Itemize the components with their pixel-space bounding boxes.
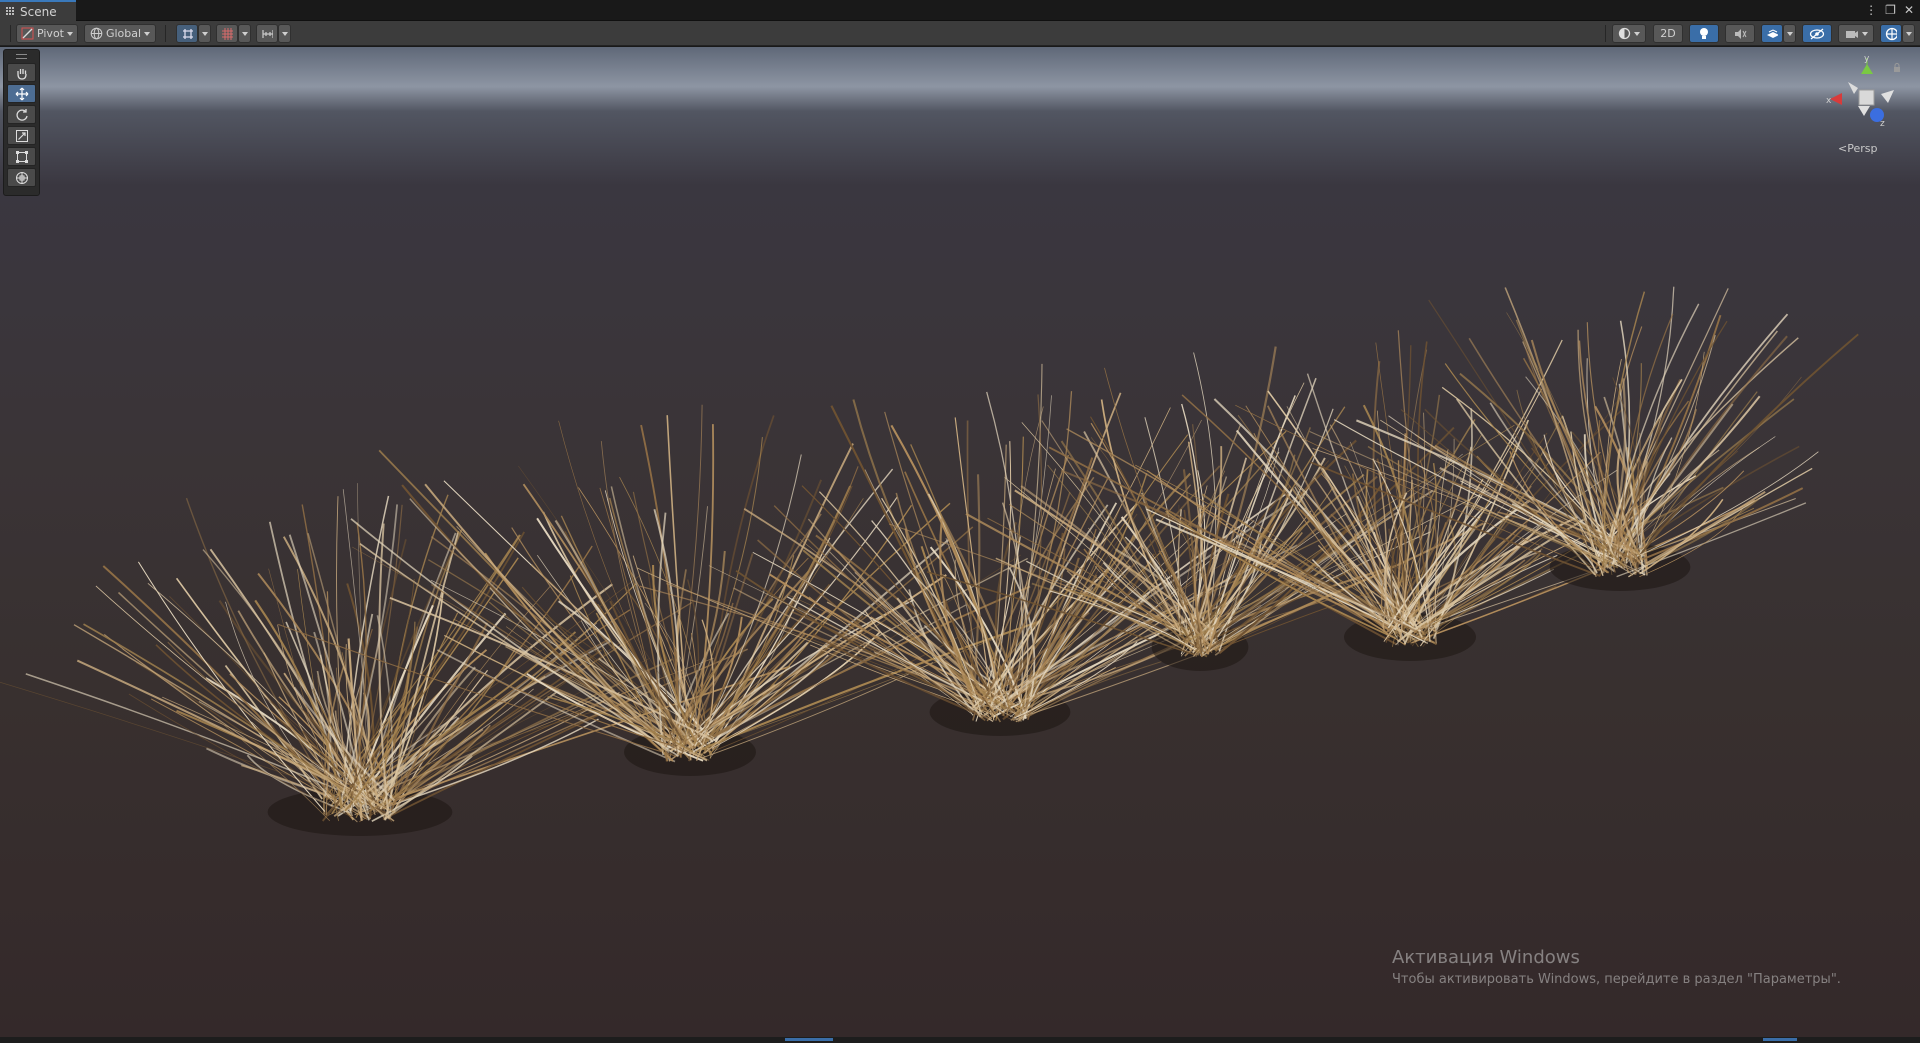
globe-icon bbox=[90, 27, 103, 40]
tab-scene-label: Scene bbox=[20, 4, 57, 19]
grid-icon bbox=[6, 7, 15, 16]
gizmos-button[interactable] bbox=[1880, 24, 1902, 43]
gizmo-x-label: x bbox=[1826, 96, 1832, 106]
global-label: Global bbox=[105, 27, 142, 40]
chevron-left-icon: < bbox=[1838, 142, 1848, 155]
gizmo-neg-y-cone[interactable] bbox=[1858, 106, 1870, 116]
effects-icon bbox=[1767, 28, 1778, 38]
effects-dropdown[interactable] bbox=[1783, 24, 1796, 43]
rect-tool-icon bbox=[15, 150, 28, 163]
increment-snap-icon bbox=[262, 29, 273, 38]
tab-scene[interactable]: Scene bbox=[0, 0, 76, 21]
scene-viewport[interactable] bbox=[0, 47, 1920, 1037]
increment-snap-dropdown[interactable] bbox=[278, 24, 291, 43]
windows-activation-subtitle: Чтобы активировать Windows, перейдите в … bbox=[1392, 972, 1841, 987]
gizmos-dropdown[interactable] bbox=[1902, 24, 1915, 43]
chevron-down-icon bbox=[1861, 31, 1868, 36]
grass-blade bbox=[696, 485, 853, 743]
audio-icon bbox=[1735, 28, 1747, 39]
grass-blade bbox=[383, 689, 560, 821]
toolbar-divider bbox=[165, 25, 166, 42]
grass-clump[interactable] bbox=[0, 483, 791, 836]
toggle-2d-button[interactable]: 2D bbox=[1653, 24, 1683, 43]
grass-clumps-render bbox=[0, 286, 1859, 836]
gizmo-neg-x-cone[interactable] bbox=[1881, 90, 1894, 103]
transform-tool-button[interactable] bbox=[7, 168, 36, 187]
toolbar-divider bbox=[10, 25, 11, 42]
effects-toggle-button[interactable] bbox=[1761, 24, 1783, 43]
audio-toggle-button[interactable] bbox=[1725, 24, 1755, 43]
rotate-tool-button[interactable] bbox=[7, 105, 36, 124]
snap-grid-icon bbox=[183, 28, 193, 39]
lighting-toggle-button[interactable] bbox=[1689, 24, 1719, 43]
transform-tool-icon bbox=[15, 171, 28, 184]
gizmo-z-label: z bbox=[1880, 119, 1885, 129]
projection-toggle[interactable]: <Persp bbox=[1838, 142, 1877, 155]
close-icon[interactable]: ✕ bbox=[1904, 2, 1914, 18]
chevron-down-icon bbox=[1634, 31, 1640, 36]
tab-bar: Scene ⋮ ❐ ✕ bbox=[0, 0, 1920, 21]
snap-grid-button[interactable] bbox=[176, 24, 198, 43]
scroll-marker bbox=[785, 1038, 833, 1041]
camera-settings-dropdown[interactable] bbox=[1838, 24, 1874, 43]
tools-overlay bbox=[3, 49, 40, 196]
camera-icon bbox=[1845, 30, 1858, 38]
hand-tool-button[interactable] bbox=[7, 63, 36, 82]
move-tool-button[interactable] bbox=[7, 84, 36, 103]
lightbulb-icon bbox=[1700, 27, 1708, 39]
windows-activation-title: Активация Windows bbox=[1392, 947, 1580, 968]
pivot-label: Pivot bbox=[36, 27, 64, 40]
scene-toolbar: Pivot Global 2D bbox=[0, 21, 1920, 46]
grid-toggle-dropdown[interactable] bbox=[238, 24, 251, 43]
toolbar-divider bbox=[1605, 25, 1606, 42]
unity-scene-window: Scene ⋮ ❐ ✕ Pivot Global 2D y x z <Persp… bbox=[0, 0, 1920, 1043]
projection-label: Persp bbox=[1847, 142, 1878, 155]
more-options-icon[interactable]: ⋮ bbox=[1865, 2, 1877, 18]
draw-mode-icon bbox=[1618, 27, 1631, 40]
window-controls: ⋮ ❐ ✕ bbox=[1865, 2, 1914, 18]
scroll-marker bbox=[1763, 1038, 1797, 1041]
gizmo-center-cube[interactable] bbox=[1858, 89, 1875, 106]
gizmo-neg-z-cone[interactable] bbox=[1848, 82, 1858, 94]
rect-tool-button[interactable] bbox=[7, 147, 36, 166]
chevron-down-icon bbox=[144, 31, 151, 36]
chevron-down-icon bbox=[67, 31, 73, 36]
scale-tool-icon bbox=[15, 129, 28, 142]
chevron-down-icon bbox=[1786, 31, 1793, 36]
gizmo-y-cone[interactable] bbox=[1861, 64, 1873, 74]
pivot-dropdown[interactable]: Pivot bbox=[16, 24, 78, 43]
bottom-strip bbox=[0, 1037, 1920, 1043]
pivot-icon bbox=[21, 27, 34, 40]
gizmos-icon bbox=[1885, 27, 1897, 40]
rotate-tool-icon bbox=[15, 108, 28, 121]
visibility-icon bbox=[1809, 28, 1825, 39]
toggle-2d-label: 2D bbox=[1660, 27, 1676, 40]
snap-grid-dropdown[interactable] bbox=[198, 24, 211, 43]
lock-icon[interactable] bbox=[1893, 63, 1901, 72]
grid-toggle-button[interactable] bbox=[216, 24, 238, 43]
scale-tool-button[interactable] bbox=[7, 126, 36, 145]
increment-snap-button[interactable] bbox=[256, 24, 278, 43]
chevron-down-icon bbox=[1905, 31, 1912, 36]
maximize-icon[interactable]: ❐ bbox=[1885, 2, 1896, 18]
gizmo-y-label: y bbox=[1864, 54, 1870, 64]
chevron-down-icon bbox=[201, 31, 208, 36]
hand-tool-icon bbox=[16, 68, 27, 80]
gizmo-x-cone[interactable] bbox=[1830, 93, 1842, 105]
draw-mode-dropdown[interactable] bbox=[1612, 24, 1646, 43]
chevron-down-icon bbox=[281, 31, 288, 36]
global-dropdown[interactable]: Global bbox=[84, 24, 156, 43]
grid-toggle-icon bbox=[222, 27, 233, 40]
move-tool-icon bbox=[15, 87, 28, 100]
scene-visibility-button[interactable] bbox=[1802, 24, 1832, 43]
chevron-down-icon bbox=[241, 31, 248, 36]
overlay-grip[interactable] bbox=[16, 54, 27, 59]
